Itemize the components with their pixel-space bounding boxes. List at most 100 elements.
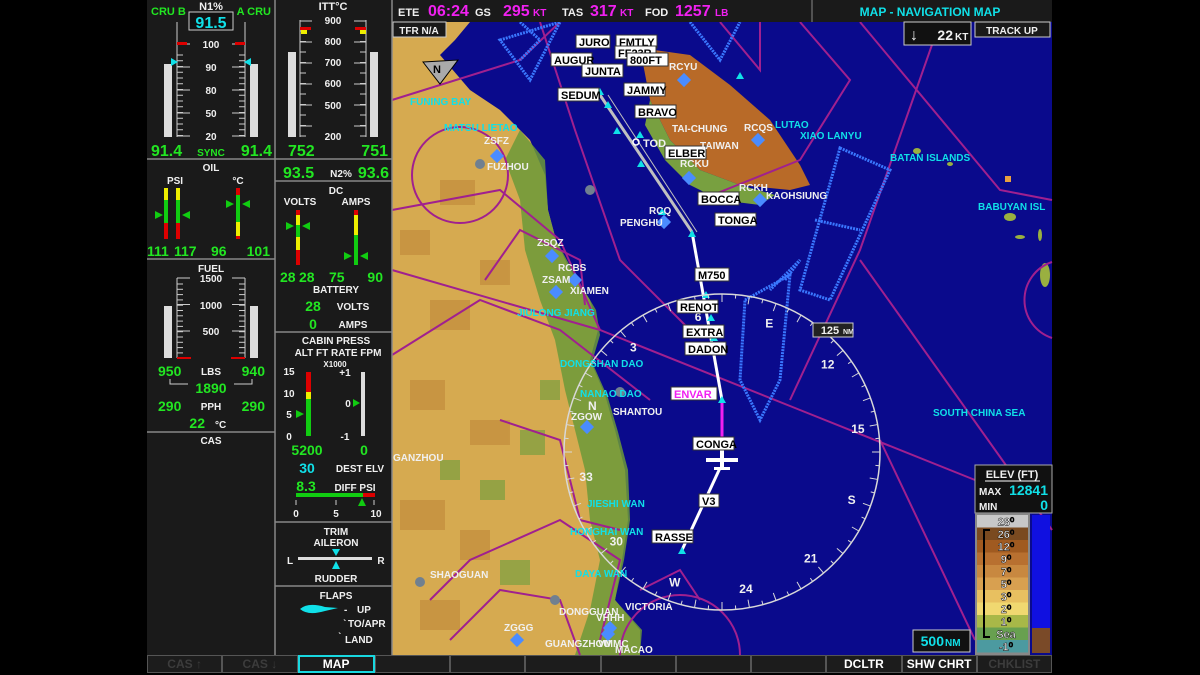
waypoint-label[interactable]: JURO [575,34,611,49]
tas-value: 317 [590,3,617,20]
airport-label: ZGOW [571,412,603,423]
svg-text:RUDDER: RUDDER [315,574,359,585]
svg-text:75: 75 [329,269,345,285]
svg-text:-: - [344,605,347,616]
compass-label: E [765,316,773,330]
waypoint-label[interactable]: TONGA [714,212,758,227]
softkey-blank-8[interactable] [751,655,827,673]
svg-text:20: 20 [205,132,217,143]
compass-label: 15 [851,422,865,436]
svg-text:TOD: TOD [643,138,666,150]
svg-text:751: 751 [361,143,388,160]
waypoint-label[interactable]: JAMMY [623,82,667,97]
softkey-blank-3[interactable] [374,655,450,673]
navigation-map[interactable]: 36121521243033NESW N JUROFMTLYFF23RAUGUR… [391,19,1053,656]
svg-text:15: 15 [283,367,295,378]
elevation-band-label: 3⁰ [1001,592,1012,604]
waypoint-label[interactable]: BOCCA [697,191,741,206]
svg-text:111: 111 [147,243,169,259]
svg-text:700: 700 [325,58,342,69]
svg-text:DADON: DADON [688,344,728,356]
waypoint-label[interactable]: V3 [698,493,720,508]
svg-text:TONGA: TONGA [718,215,758,227]
airport-label: ZSAM [542,275,570,286]
svg-text:OIL: OIL [203,163,220,174]
svg-text:DIFF PSI: DIFF PSI [334,483,375,494]
tas-label: TAS [562,7,583,19]
waypoint-label[interactable]: CONGA [692,436,737,451]
svg-text:R: R [377,556,385,567]
svg-text:30: 30 [299,460,315,476]
compass-label: 24 [739,582,753,596]
svg-text:PPH: PPH [201,402,222,413]
svg-text:0: 0 [360,442,368,458]
softkey-blank-4[interactable] [450,655,526,673]
waypoint-label[interactable]: M750 [694,267,730,282]
svg-text:LBS: LBS [201,367,221,378]
elevation-band-label: -1⁰ [999,642,1014,654]
city-label: TAIWAN [700,141,739,152]
svg-text:0: 0 [345,399,351,410]
airport-label: RCBS [558,263,587,274]
page-title: MAP - NAVIGATION MAP [860,5,1001,19]
water-label: LUTAO [775,120,809,131]
water-label: DONGSHAN DAO [560,359,644,370]
gs-value: 295 [503,3,530,20]
svg-text:900: 900 [325,16,342,27]
map-range-indicator[interactable]: 500 NM [912,629,971,653]
waypoint-label[interactable]: DADON [684,341,728,356]
svg-text:N: N [433,64,441,76]
engine-indication-system: N1% CRU B A CRU 91.5 100 90 80 50 20 91.… [147,0,393,655]
svg-text:-1: -1 [341,432,350,443]
compass-label: W [669,576,681,590]
svg-text:AMPS: AMPS [339,320,368,331]
softkey-chklist[interactable]: CHKLIST [976,655,1052,673]
waypoint-label[interactable]: EXTRA [682,324,725,339]
city-label: GANZHOU [393,453,444,464]
elevation-band-label: 12⁰ [998,542,1015,554]
waypoint-label[interactable]: JUNTA [581,63,624,78]
svg-text:SYNC: SYNC [197,148,225,159]
ring-range-label: 125 NM [812,322,854,338]
svg-text:JURO: JURO [579,37,610,49]
city-label: FUZHOU [487,162,529,173]
svg-text:90: 90 [367,269,383,285]
waypoint-label[interactable]: 800FT [626,52,669,67]
airport-label: RCKH [739,183,768,194]
softkey-cas[interactable]: CAS ↓ [222,655,298,673]
softkey-dcltr[interactable]: DCLTR [826,655,902,673]
svg-text:EXTRA: EXTRA [686,327,723,339]
waypoint-label[interactable]: BRAVO [634,104,677,119]
water-label: FUNING BAY [410,97,472,108]
track-up-button[interactable]: TRACK UP [974,21,1051,38]
svg-text:93.5: 93.5 [283,165,314,182]
svg-text:93.6: 93.6 [358,165,389,182]
svg-text:500: 500 [921,633,945,649]
softkey-cas[interactable]: CAS ↑ [147,655,223,673]
svg-text:950: 950 [158,363,182,379]
waypoint-label[interactable]: RASSE [651,529,694,544]
active-waypoint-label[interactable]: ENVAR [670,386,718,401]
n1-left-bar [164,64,172,137]
svg-text:22: 22 [937,27,953,43]
softkey-map[interactable]: MAP [297,655,375,673]
svg-text:BRAVO: BRAVO [638,107,677,119]
svg-text:UP: UP [357,605,371,616]
svg-text:ENVAR: ENVAR [674,389,712,401]
fod-label: FOD [645,7,668,19]
softkey-shw-chrt[interactable]: SHW CHRT [901,655,977,673]
svg-text:800FT: 800FT [630,55,662,67]
svg-text:VOLTS: VOLTS [284,197,317,208]
svg-text:NM: NM [843,329,854,336]
svg-text:50: 50 [205,109,217,120]
svg-text:0: 0 [309,316,317,332]
waypoint-label[interactable]: SEDUM [557,87,601,102]
waypoint-label[interactable]: RENOT [676,299,719,314]
softkey-blank-7[interactable] [675,655,751,673]
softkey-blank-5[interactable] [525,655,601,673]
svg-text:28: 28 [280,269,296,285]
airport-label: RCYU [669,62,697,73]
city-label: KAOHSIUNG [766,191,827,202]
compass-label: 33 [579,470,593,484]
softkey-blank-6[interactable] [600,655,676,673]
